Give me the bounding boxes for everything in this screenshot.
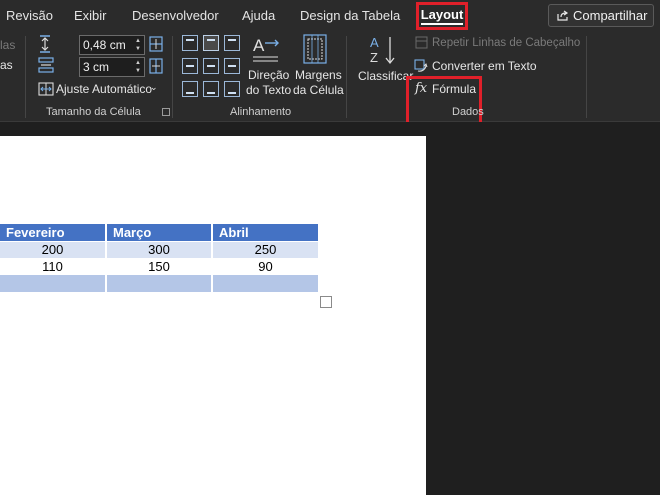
cell-width-value: 3 cm (83, 60, 110, 74)
table-header-row: Fevereiro Março Abril (0, 224, 320, 242)
ribbon-layout-panel: las as 0,48 cm ▲ ▼ 3 cm ▲ ▼ Ajuste Autom… (0, 32, 660, 134)
document-page[interactable]: Fevereiro Março Abril 200 300 250 110 15… (0, 136, 426, 495)
group-label-cell-size: Tamanho da Célula (46, 106, 141, 118)
row-height-icon[interactable] (38, 35, 52, 53)
autofit-button[interactable]: Ajuste Automático (56, 82, 152, 96)
table-row: 110 150 90 (0, 258, 320, 276)
group-label-data: Dados (452, 106, 484, 118)
sort-az-icon: A Z (370, 35, 395, 65)
chevron-down-icon[interactable]: ⌄ (150, 82, 158, 93)
clipped-command-mid: as (0, 58, 13, 72)
table-cell[interactable] (212, 275, 320, 293)
cell-margins-button[interactable]: Margens (295, 68, 342, 82)
table-row: 200 300 250 (0, 241, 320, 259)
text-direction-button-line2[interactable]: do Texto (246, 83, 291, 97)
table-resize-handle[interactable] (320, 296, 332, 308)
tab-layout[interactable]: Layout (416, 2, 468, 30)
cell-size-dialog-launcher[interactable] (162, 108, 170, 116)
group-separator (346, 36, 347, 118)
align-top-left-button[interactable] (182, 35, 198, 51)
table-cell[interactable]: 300 (106, 241, 213, 259)
clipped-command-top: las (0, 38, 16, 52)
table-header-cell[interactable]: Março (106, 224, 213, 242)
svg-text:A: A (370, 35, 379, 50)
align-top-center-button[interactable] (203, 35, 219, 51)
cell-height-input[interactable]: 0,48 cm ▲ ▼ (79, 35, 145, 55)
tab-exibir[interactable]: Exibir (74, 8, 107, 23)
cell-margins-icon (303, 34, 327, 64)
align-bottom-center-button[interactable] (203, 81, 219, 97)
table-row (0, 275, 320, 293)
document-canvas: Fevereiro Março Abril 200 300 250 110 15… (0, 122, 660, 495)
tab-layout-label: Layout (420, 7, 464, 25)
repeat-header-rows-icon (415, 36, 428, 49)
cell-margins-button-line2[interactable]: da Célula (293, 83, 344, 97)
table-cell[interactable]: 150 (106, 258, 213, 276)
svg-text:A: A (253, 36, 265, 55)
convert-to-text-button[interactable]: Converter em Texto (432, 59, 537, 73)
align-middle-right-button[interactable] (224, 58, 240, 74)
align-bottom-left-button[interactable] (182, 81, 198, 97)
convert-to-text-icon (414, 59, 428, 72)
align-middle-center-button[interactable] (203, 58, 219, 74)
table-cell[interactable]: 110 (0, 258, 107, 276)
tab-design-da-tabela[interactable]: Design da Tabela (300, 8, 400, 23)
text-direction-button[interactable]: Direção (248, 68, 289, 82)
cell-width-input[interactable]: 3 cm ▲ ▼ (79, 57, 145, 77)
cell-height-value: 0,48 cm (83, 38, 126, 52)
table-header-cell[interactable]: Abril (212, 224, 320, 242)
svg-text:Z: Z (370, 50, 378, 65)
tab-ajuda[interactable]: Ajuda (242, 8, 275, 23)
text-direction-icon: A (253, 36, 279, 62)
repeat-header-rows-button[interactable]: Repetir Linhas de Cabeçalho (432, 37, 580, 49)
distribute-columns-icon[interactable] (149, 58, 163, 74)
tab-desenvolvedor[interactable]: Desenvolvedor (132, 8, 219, 23)
group-separator (586, 36, 587, 118)
group-separator (172, 36, 173, 118)
tab-revisao[interactable]: Revisão (6, 8, 53, 23)
cell-height-spinner[interactable]: ▲ ▼ (132, 36, 144, 54)
table-cell[interactable]: 200 (0, 241, 107, 259)
distribute-rows-icon[interactable] (149, 36, 163, 52)
group-label-alignment: Alinhamento (230, 106, 292, 118)
share-button-label: Compartilhar (573, 8, 648, 23)
align-top-right-button[interactable] (224, 35, 240, 51)
cell-width-spinner[interactable]: ▲ ▼ (132, 58, 144, 76)
align-middle-left-button[interactable] (182, 58, 198, 74)
word-window: Revisão Exibir Desenvolvedor Ajuda Desig… (0, 0, 660, 495)
share-button[interactable]: Compartilhar (548, 4, 654, 27)
group-separator (25, 36, 26, 118)
ribbon-tab-bar: Revisão Exibir Desenvolvedor Ajuda Desig… (0, 0, 660, 32)
table-cell[interactable]: 250 (212, 241, 320, 259)
column-width-icon[interactable] (38, 57, 54, 73)
autofit-icon (38, 82, 54, 96)
word-table[interactable]: Fevereiro Março Abril 200 300 250 110 15… (0, 224, 320, 293)
share-icon (557, 10, 569, 21)
align-bottom-right-button[interactable] (224, 81, 240, 97)
table-cell[interactable] (0, 275, 107, 293)
table-cell[interactable]: 90 (212, 258, 320, 276)
table-header-cell[interactable]: Fevereiro (0, 224, 107, 242)
table-cell[interactable] (106, 275, 213, 293)
